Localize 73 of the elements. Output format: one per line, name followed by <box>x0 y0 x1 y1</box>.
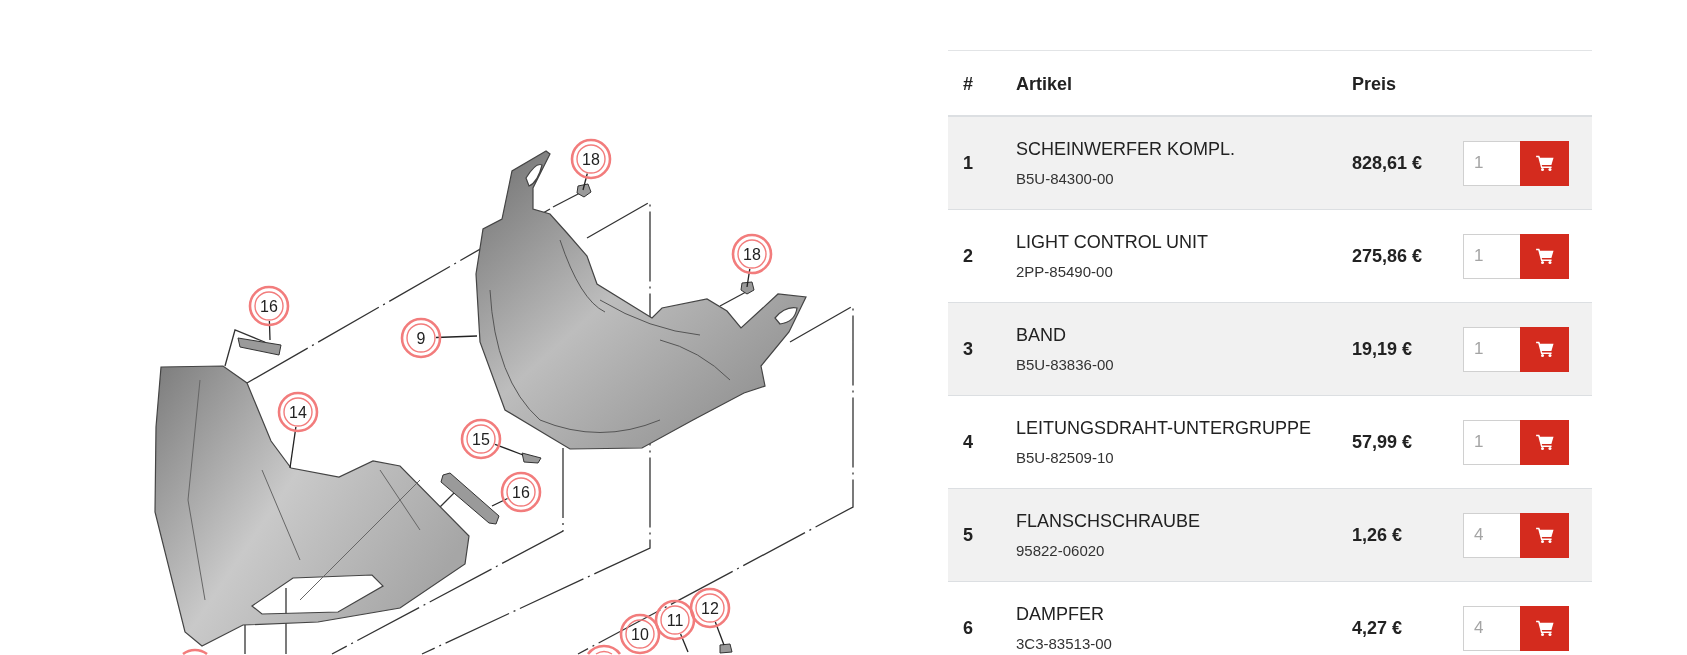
callout-marker[interactable]: 9 <box>400 317 442 359</box>
quantity-field[interactable]: 4 <box>1463 605 1520 651</box>
callout-marker[interactable]: 11 <box>654 599 696 641</box>
price: 57,99 € <box>1352 431 1414 453</box>
bracket-drawing <box>237 337 282 356</box>
callout-marker[interactable]: 10 <box>619 613 661 655</box>
row-number: 5 <box>962 524 974 546</box>
callout-marker[interactable]: 15 <box>460 418 502 460</box>
column-header: # <box>962 74 974 95</box>
bolt-drawing <box>719 643 733 654</box>
cart-icon <box>1535 620 1554 636</box>
part-name: DAMPFER <box>1016 603 1104 626</box>
leader-line <box>679 633 689 653</box>
row-number: 3 <box>962 338 974 360</box>
part-name: LIGHT CONTROL UNIT <box>1016 231 1208 254</box>
part-name: FLANSCHSCHRAUBE <box>1016 510 1201 533</box>
leader-line <box>746 268 751 288</box>
part-number: B5U-84300-00 <box>1016 169 1114 189</box>
add-to-cart-button[interactable] <box>1520 512 1569 558</box>
row-number: 4 <box>962 431 974 453</box>
quantity-field[interactable]: 1 <box>1463 326 1520 372</box>
cart-icon <box>1535 434 1554 450</box>
leader-line <box>714 621 725 646</box>
part-number: B5U-82509-10 <box>1016 448 1114 468</box>
callout-marker[interactable]: 14 <box>277 391 319 433</box>
add-to-cart-button[interactable] <box>1520 233 1569 279</box>
callout-marker[interactable]: 16 <box>248 285 290 327</box>
leader-line <box>494 443 524 456</box>
quantity-field[interactable]: 4 <box>1463 512 1520 558</box>
cart-icon <box>1535 341 1554 357</box>
row-number: 1 <box>962 152 974 174</box>
price: 19,19 € <box>1352 338 1414 360</box>
callout-marker <box>182 648 208 655</box>
price: 4,27 € <box>1352 617 1404 639</box>
row-number: 6 <box>962 617 974 639</box>
clip-drawing <box>521 452 542 464</box>
callout-marker[interactable]: 18 <box>570 138 612 180</box>
strip-drawing <box>440 472 500 525</box>
quantity-field[interactable]: 1 <box>1463 140 1520 186</box>
column-header: Preis <box>1352 74 1398 95</box>
add-to-cart-button[interactable] <box>1520 605 1569 651</box>
leader-line <box>582 172 588 191</box>
part-name: BAND <box>1016 324 1066 347</box>
column-header: Artikel <box>1016 74 1074 95</box>
row-number: 2 <box>962 245 974 267</box>
price: 275,86 € <box>1352 245 1424 267</box>
leader-line <box>435 335 478 339</box>
callout-marker <box>587 644 621 655</box>
part-number: 2PP-85490-00 <box>1016 262 1113 282</box>
part-name: SCHEINWERFER KOMPL. <box>1016 138 1236 161</box>
callout-marker[interactable]: 18 <box>731 233 773 275</box>
leader-line <box>491 497 509 507</box>
assembly-line <box>285 587 287 655</box>
quantity-field[interactable]: 1 <box>1463 419 1520 465</box>
part-number: 3C3-83513-00 <box>1016 634 1112 654</box>
price: 1,26 € <box>1352 524 1404 546</box>
cart-icon <box>1535 155 1554 171</box>
add-to-cart-button[interactable] <box>1520 419 1569 465</box>
price: 828,61 € <box>1352 152 1424 174</box>
part-number: 95822-06020 <box>1016 541 1105 561</box>
leader-line <box>289 426 297 469</box>
callout-marker[interactable]: 16 <box>500 471 542 513</box>
part-name: LEITUNGSDRAHT-UNTERGRUPPE <box>1016 417 1312 440</box>
leader-line <box>268 320 271 341</box>
screw-drawing <box>576 183 592 198</box>
part-number: B5U-83836-00 <box>1016 355 1114 375</box>
add-to-cart-button[interactable] <box>1520 140 1569 186</box>
cart-icon <box>1535 527 1554 543</box>
screw-drawing <box>740 281 755 295</box>
callout-marker[interactable]: 12 <box>689 587 731 629</box>
cart-icon <box>1535 248 1554 264</box>
add-to-cart-button[interactable] <box>1520 326 1569 372</box>
quantity-field[interactable]: 1 <box>1463 233 1520 279</box>
